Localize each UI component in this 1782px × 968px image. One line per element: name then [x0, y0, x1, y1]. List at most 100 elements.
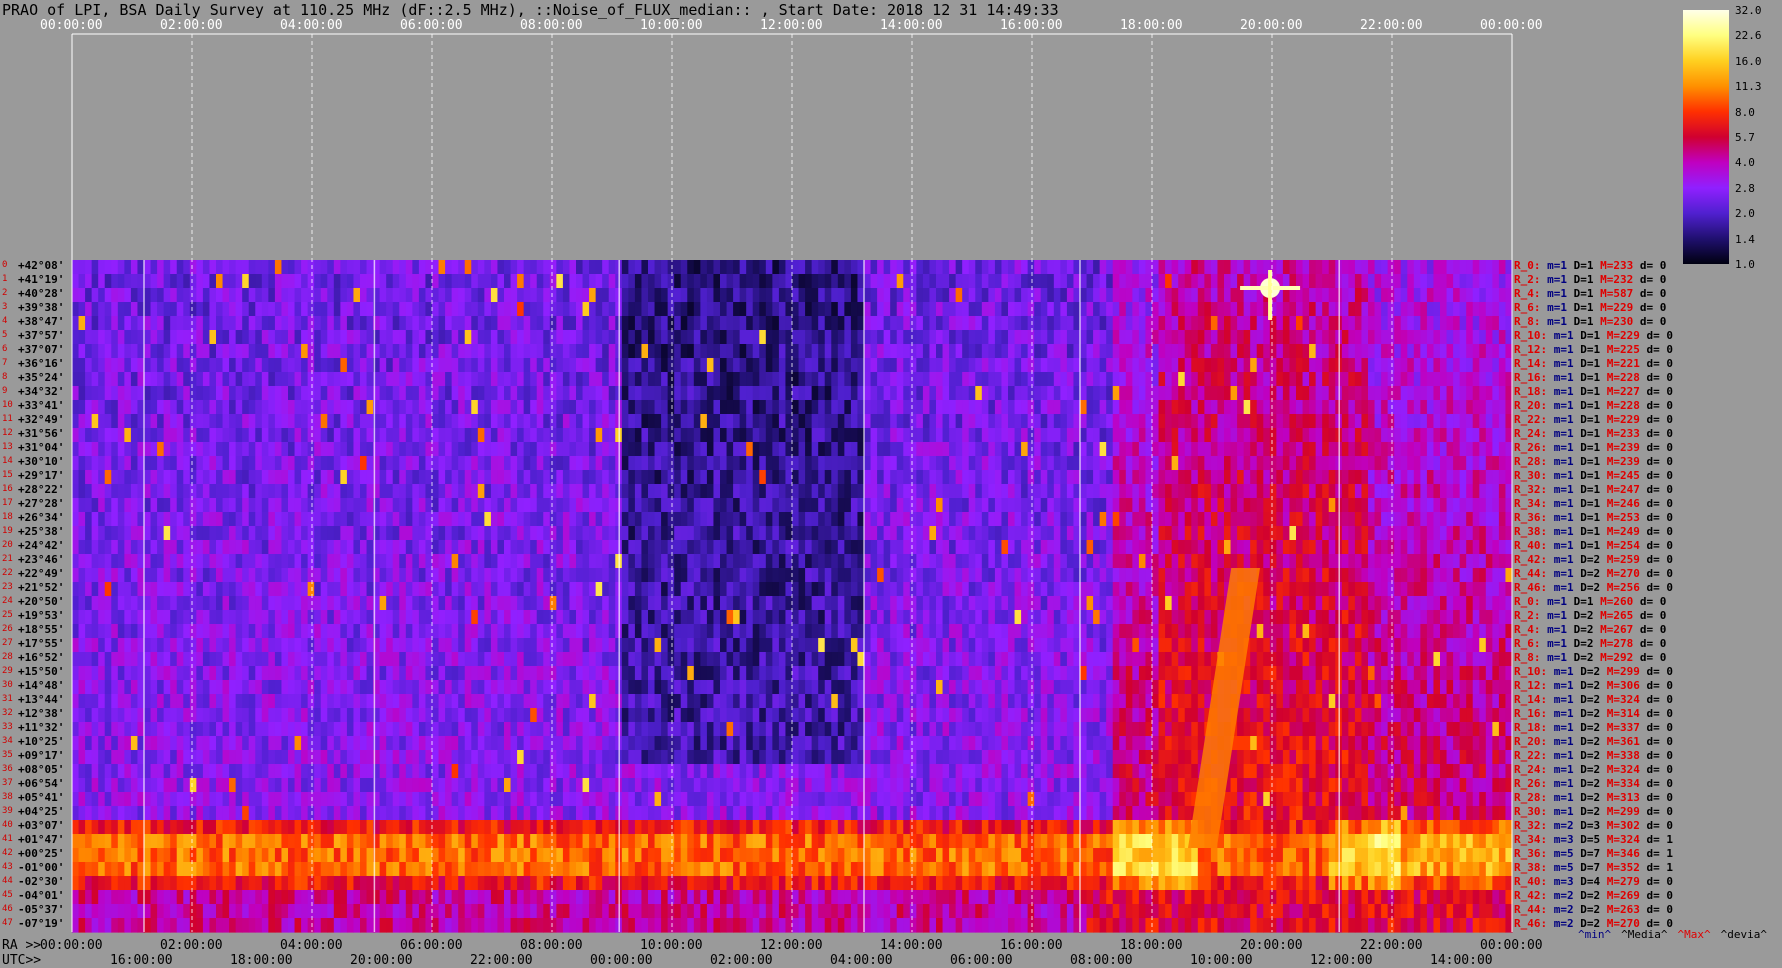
heatmap-cell	[968, 260, 976, 275]
heatmap-cell	[1289, 316, 1297, 331]
heatmap-cell	[628, 274, 636, 289]
heatmap-cell	[340, 372, 348, 387]
heatmap-cell	[366, 400, 374, 415]
heatmap-cell	[811, 428, 819, 443]
heatmap-cell	[346, 498, 355, 513]
heatmap-cell	[268, 330, 276, 345]
heatmap-cell	[1165, 330, 1173, 345]
heatmap-cell	[1224, 414, 1232, 429]
heatmap-cell	[903, 316, 911, 331]
heatmap-cell	[549, 414, 557, 429]
heatmap-cell	[1498, 330, 1507, 345]
heatmap-cell	[1040, 470, 1048, 485]
heatmap-cell	[1328, 498, 1336, 513]
heatmap-cell	[117, 568, 125, 583]
heatmap-cell	[1348, 512, 1356, 527]
heatmap-cell	[274, 316, 283, 331]
heatmap-cell	[484, 302, 492, 317]
heatmap-cell	[896, 442, 904, 457]
heatmap-cell	[844, 414, 852, 429]
heatmap-cell	[988, 526, 996, 541]
heatmap-cell	[1021, 526, 1029, 541]
heatmap-cell	[464, 302, 472, 317]
heatmap-cell	[1086, 372, 1094, 387]
heatmap-cell	[333, 526, 341, 541]
heatmap-cell	[340, 526, 348, 541]
heatmap-cell	[301, 554, 309, 569]
heatmap-cell	[523, 512, 531, 527]
heatmap-cell	[327, 302, 335, 317]
heatmap-cell	[674, 414, 682, 429]
heatmap-cell	[1138, 526, 1147, 541]
heatmap-cell	[530, 288, 538, 303]
heatmap-cell	[268, 274, 276, 289]
heatmap-cell	[1263, 358, 1271, 373]
heatmap-cell	[418, 414, 427, 429]
heatmap-cell	[674, 540, 682, 555]
heatmap-cell	[1119, 526, 1127, 541]
heatmap-cell	[1230, 260, 1238, 275]
heatmap-cell	[916, 344, 924, 359]
heatmap-cell	[844, 484, 852, 499]
heatmap-cell	[759, 386, 767, 401]
heatmap-cell	[1426, 344, 1435, 359]
heatmap-cell	[1243, 372, 1251, 387]
heatmap-cell	[759, 540, 767, 555]
heatmap-cell	[968, 456, 976, 471]
heatmap-cell	[582, 526, 590, 541]
heatmap-cell	[1021, 302, 1029, 317]
heatmap-cell	[1191, 442, 1199, 457]
heatmap-cell	[1080, 498, 1088, 513]
heatmap-cell	[196, 568, 204, 583]
heatmap-cell	[576, 498, 584, 513]
heatmap-cell	[242, 456, 250, 471]
heatmap-cell	[497, 442, 505, 457]
heatmap-cell	[883, 344, 891, 359]
heatmap-cell	[752, 316, 760, 331]
heatmap-cell	[392, 260, 400, 275]
heatmap-cell	[1426, 302, 1435, 317]
heatmap-cell	[602, 456, 610, 471]
heatmap-cell	[700, 386, 708, 401]
heatmap-cell	[1479, 456, 1487, 471]
heatmap-cell	[936, 554, 944, 569]
heatmap-cell	[366, 526, 374, 541]
heatmap-cell	[739, 470, 747, 485]
heatmap-cell	[392, 512, 400, 527]
heatmap-cell	[412, 260, 420, 275]
heatmap-cell	[1354, 456, 1363, 471]
heatmap-cell	[1040, 540, 1048, 555]
heatmap-cell	[713, 330, 721, 345]
heatmap-cell	[1053, 512, 1061, 527]
heatmap-cell	[765, 288, 773, 303]
heatmap-cell	[261, 414, 269, 429]
heatmap-cell	[1106, 428, 1114, 443]
heatmap-cell	[589, 568, 597, 583]
heatmap-cell	[1106, 498, 1114, 513]
heatmap-cell	[340, 330, 348, 345]
heatmap-cell	[536, 316, 544, 331]
heatmap-cell	[1125, 260, 1133, 275]
heatmap-cell	[157, 330, 165, 345]
heatmap-cell	[464, 568, 472, 583]
heatmap-cell	[1472, 442, 1480, 457]
heatmap-cell	[301, 288, 309, 303]
heatmap-cell	[837, 442, 845, 457]
heatmap-cell	[1368, 442, 1376, 457]
heatmap-cell	[1034, 386, 1042, 401]
heatmap-cell	[130, 456, 139, 471]
heatmap-cell	[968, 330, 976, 345]
heatmap-cell	[504, 568, 512, 583]
heatmap-cell	[608, 414, 616, 429]
heatmap-cell	[949, 288, 957, 303]
heatmap-cell	[523, 302, 531, 317]
heatmap-cell	[445, 442, 453, 457]
heatmap-cell	[78, 540, 86, 555]
heatmap-cell	[510, 274, 518, 289]
heatmap-cell	[1158, 512, 1166, 527]
heatmap-cell	[333, 386, 341, 401]
heatmap-cell	[1433, 484, 1441, 499]
heatmap-cell	[1400, 470, 1408, 485]
heatmap-cell	[294, 498, 302, 513]
heatmap-cell	[752, 526, 760, 541]
